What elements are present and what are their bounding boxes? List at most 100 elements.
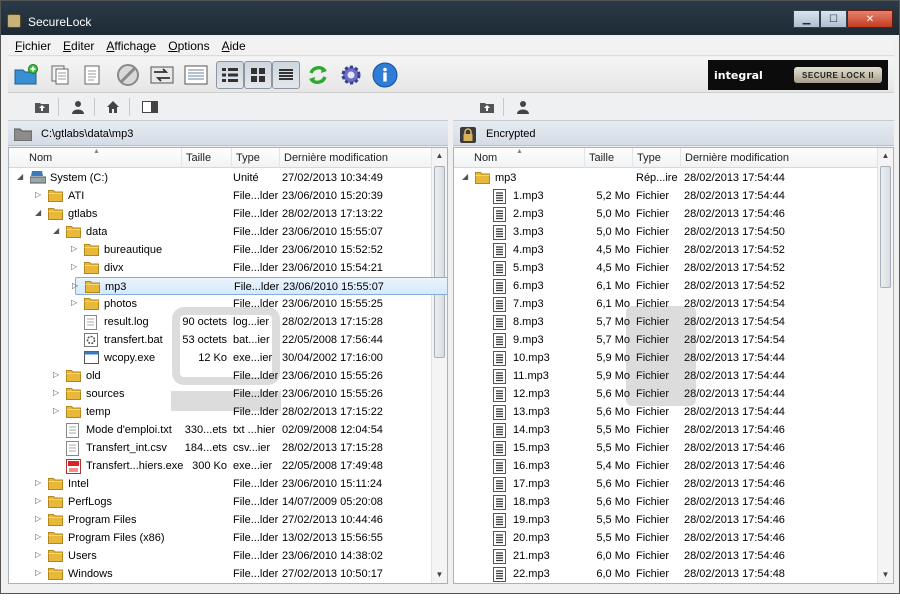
tree-folder-row[interactable]: ▷ PerfLogs File...lder 14/07/2009 05:20:08 xyxy=(9,493,433,511)
expand-arrow-icon[interactable]: ▷ xyxy=(35,190,45,199)
scroll-up-icon[interactable]: ▲ xyxy=(878,148,893,164)
tree-folder-row[interactable]: ▷ old File...lder 23/06/2010 15:55:26 xyxy=(9,367,433,385)
tree-folder-row[interactable]: ◢ System (C:) Unité 27/02/2013 10:34:49 xyxy=(9,169,433,187)
file-row[interactable]: 5.mp3 4,5 Mo Fichier 28/02/2013 17:54:52 xyxy=(454,259,878,277)
expand-arrow-icon[interactable]: ▷ xyxy=(35,478,45,487)
file-row[interactable]: 1.mp3 5,2 Mo Fichier 28/02/2013 17:54:44 xyxy=(454,187,878,205)
collapse-arrow-icon[interactable]: ◢ xyxy=(17,172,27,181)
tree-folder-row[interactable]: ◢ data File...lder 23/06/2010 15:55:07 xyxy=(9,223,433,241)
title-bar[interactable]: SecureLock ▁ ☐ ✕ xyxy=(1,1,899,35)
file-row[interactable]: result.log 90 octets log...ier 28/02/2013 1… xyxy=(9,313,433,331)
tree-folder-row[interactable]: ▷ bureautique File...lder 23/06/2010 15:52:… xyxy=(9,241,433,259)
right-col-modified[interactable]: Dernière modification xyxy=(680,148,879,168)
expand-arrow-icon[interactable]: ▷ xyxy=(53,370,63,379)
file-row[interactable]: 7.mp3 6,1 Mo Fichier 28/02/2013 17:54:54 xyxy=(454,295,878,313)
tree-folder-row[interactable]: ▷ Program Files (x86) File...lder 13/02/201… xyxy=(9,529,433,547)
minimize-button[interactable]: ▁ xyxy=(793,10,820,28)
file-row[interactable]: 20.mp3 5,5 Mo Fichier 28/02/2013 17:54:46 xyxy=(454,529,878,547)
left-file-list[interactable]: Nom ▲ Taille Type Dernière modification … xyxy=(8,147,448,584)
file-row[interactable]: 8.mp3 5,7 Mo Fichier 28/02/2013 17:54:54 xyxy=(454,313,878,331)
expand-arrow-icon[interactable]: ▷ xyxy=(72,281,82,290)
menu-aide[interactable]: Aide xyxy=(217,39,251,53)
file-row[interactable]: 17.mp3 5,6 Mo Fichier 28/02/2013 17:54:46 xyxy=(454,475,878,493)
scroll-down-icon[interactable]: ▼ xyxy=(878,567,893,583)
details-view-icon[interactable] xyxy=(216,61,244,89)
expand-arrow-icon[interactable]: ▷ xyxy=(35,532,45,541)
file-row[interactable]: 18.mp3 5,6 Mo Fichier 28/02/2013 17:54:46 xyxy=(454,493,878,511)
right-col-size[interactable]: Taille xyxy=(584,148,632,168)
right-scroll-thumb[interactable] xyxy=(880,166,891,288)
expand-arrow-icon[interactable]: ▷ xyxy=(53,388,63,397)
file-row[interactable]: 22.mp3 6,0 Mo Fichier 28/02/2013 17:54:48 xyxy=(454,565,878,583)
new-folder-icon[interactable] xyxy=(12,61,40,89)
expand-arrow-icon[interactable]: ▷ xyxy=(35,550,45,559)
settings-gear-icon[interactable] xyxy=(337,61,365,89)
tree-folder-row[interactable]: ▷ Users File...lder 23/06/2010 14:38:02 xyxy=(9,547,433,565)
file-row[interactable]: 6.mp3 6,1 Mo Fichier 28/02/2013 17:54:52 xyxy=(454,277,878,295)
tree-folder-row[interactable]: ◢ gtlabs File...lder 28/02/2013 17:13:22 xyxy=(9,205,433,223)
info-icon[interactable] xyxy=(371,61,399,89)
tree-folder-row[interactable]: ▷ mp3 File...lder 23/06/2010 15:55:07 xyxy=(72,277,447,295)
thumbnails-view-icon[interactable] xyxy=(244,61,272,89)
tree-folder-row[interactable]: ◢ mp3 Rép...ire 28/02/2013 17:54:44 xyxy=(454,169,878,187)
lines-view-icon[interactable] xyxy=(272,61,300,89)
file-row[interactable]: transfert.bat 53 octets bat...ier 22/05/200… xyxy=(9,331,433,349)
file-row[interactable]: 13.mp3 5,6 Mo Fichier 28/02/2013 17:54:44 xyxy=(454,403,878,421)
file-row[interactable]: 11.mp3 5,9 Mo Fichier 28/02/2013 17:54:44 xyxy=(454,367,878,385)
maximize-button[interactable]: ☐ xyxy=(820,10,847,28)
copy-icon[interactable] xyxy=(46,61,74,89)
block-icon[interactable] xyxy=(114,61,142,89)
left-col-modified[interactable]: Dernière modification xyxy=(279,148,433,168)
collapse-arrow-icon[interactable]: ◢ xyxy=(462,172,472,181)
tree-folder-row[interactable]: ▷ sources File...lder 23/06/2010 15:55:26 xyxy=(9,385,433,403)
scroll-up-icon[interactable]: ▲ xyxy=(432,148,447,164)
left-user-icon[interactable] xyxy=(70,99,86,115)
expand-arrow-icon[interactable]: ▷ xyxy=(71,298,81,307)
file-row[interactable]: 2.mp3 5,0 Mo Fichier 28/02/2013 17:54:46 xyxy=(454,205,878,223)
tree-folder-row[interactable]: ▷ Windows File...lder 27/02/2013 10:50:17 xyxy=(9,565,433,583)
right-col-type[interactable]: Type xyxy=(632,148,680,168)
left-path-text[interactable]: C:\gtlabs\data\mp3 xyxy=(41,128,133,140)
refresh-icon[interactable] xyxy=(304,61,332,89)
expand-arrow-icon[interactable]: ▷ xyxy=(35,496,45,505)
left-col-size[interactable]: Taille xyxy=(181,148,231,168)
file-row[interactable]: 10.mp3 5,9 Mo Fichier 28/02/2013 17:54:44 xyxy=(454,349,878,367)
right-scrollbar[interactable]: ▲ ▼ xyxy=(877,148,893,583)
file-row[interactable]: 15.mp3 5,5 Mo Fichier 28/02/2013 17:54:46 xyxy=(454,439,878,457)
tree-folder-row[interactable]: ▷ temp File...lder 28/02/2013 17:15:22 xyxy=(9,403,433,421)
left-scroll-thumb[interactable] xyxy=(434,166,445,358)
tree-folder-row[interactable]: ▷ Intel File...lder 23/06/2010 15:11:24 xyxy=(9,475,433,493)
expand-arrow-icon[interactable]: ▷ xyxy=(35,568,45,577)
left-home-icon[interactable] xyxy=(105,99,121,115)
file-row[interactable]: 21.mp3 6,0 Mo Fichier 28/02/2013 17:54:46 xyxy=(454,547,878,565)
file-row[interactable]: Mode d'emploi.txt 330...ets txt ...hier 02/… xyxy=(9,421,433,439)
menu-affichage[interactable]: Affichage xyxy=(101,39,161,53)
collapse-arrow-icon[interactable]: ◢ xyxy=(35,208,45,217)
menu-fichier[interactable]: Fichier xyxy=(10,39,56,53)
file-row[interactable]: 14.mp3 5,5 Mo Fichier 28/02/2013 17:54:46 xyxy=(454,421,878,439)
file-row[interactable]: 12.mp3 5,6 Mo Fichier 28/02/2013 17:54:44 xyxy=(454,385,878,403)
sync-arrows-icon[interactable] xyxy=(148,61,176,89)
right-file-list[interactable]: Nom ▲ Taille Type Dernière modification … xyxy=(453,147,894,584)
file-row[interactable]: wcopy.exe 12 Ko exe...ier 30/04/2002 17:16:… xyxy=(9,349,433,367)
file-row[interactable]: 3.mp3 5,0 Mo Fichier 28/02/2013 17:54:50 xyxy=(454,223,878,241)
file-row[interactable]: Transfert_int.csv 184...ets csv...ier 28/02… xyxy=(9,439,433,457)
left-panel-icon[interactable] xyxy=(142,99,158,115)
right-user-icon[interactable] xyxy=(515,99,531,115)
left-up-folder-icon[interactable] xyxy=(34,99,50,115)
expand-arrow-icon[interactable]: ▷ xyxy=(71,262,81,271)
collapse-arrow-icon[interactable]: ◢ xyxy=(53,226,63,235)
right-up-folder-icon[interactable] xyxy=(479,99,495,115)
file-row[interactable]: Transfert...hiers.exe 300 Ko exe...ier 22/0… xyxy=(9,457,433,475)
expand-arrow-icon[interactable]: ▷ xyxy=(35,514,45,523)
list-view-icon[interactable] xyxy=(182,61,210,89)
file-row[interactable]: 4.mp3 4,5 Mo Fichier 28/02/2013 17:54:52 xyxy=(454,241,878,259)
right-path-text[interactable]: Encrypted xyxy=(486,128,536,140)
tree-folder-row[interactable]: ▷ Program Files File...lder 27/02/2013 10:4… xyxy=(9,511,433,529)
menu-options[interactable]: Options xyxy=(163,39,214,53)
paste-icon[interactable] xyxy=(78,61,106,89)
expand-arrow-icon[interactable]: ▷ xyxy=(53,406,63,415)
menu-editer[interactable]: Editer xyxy=(58,39,99,53)
tree-folder-row[interactable]: ▷ ATI File...lder 23/06/2010 15:20:39 xyxy=(9,187,433,205)
tree-folder-row[interactable]: ▷ photos File...lder 23/06/2010 15:55:25 xyxy=(9,295,433,313)
